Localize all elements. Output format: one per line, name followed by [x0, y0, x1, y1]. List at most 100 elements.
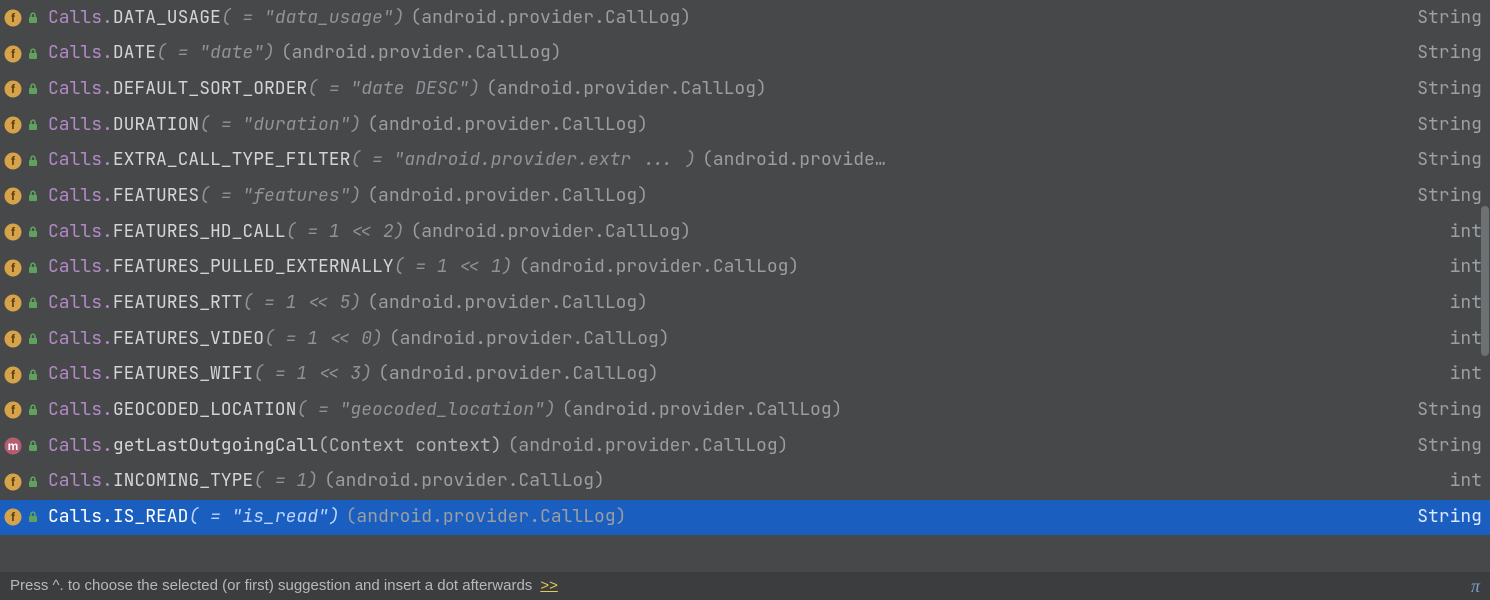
qualifier: Calls. [48, 293, 113, 314]
return-type: String [1405, 150, 1482, 171]
constant-value: ( = 1 << 3) [253, 364, 372, 385]
pi-icon[interactable]: π [1471, 576, 1480, 597]
completion-item[interactable]: fCalls.FEATURES_WIFI ( = 1 << 3)(android… [0, 357, 1490, 393]
return-type: String [1405, 79, 1482, 100]
return-type: int [1438, 329, 1482, 350]
completion-item[interactable]: fCalls.FEATURES_HD_CALL ( = 1 << 2)(andr… [0, 214, 1490, 250]
more-link[interactable]: >> [540, 577, 558, 594]
constant-value: ( = 1 << 1) [394, 257, 513, 278]
completion-item[interactable]: f Calls.FEATURES_PULLED_EXTERNALLY ( = 1 … [0, 250, 1490, 286]
field-icon: f [4, 259, 22, 277]
qualifier: Calls. [48, 186, 113, 207]
hint-text: Press ^. to choose the selected (or firs… [10, 577, 532, 594]
qualifier: Calls. [48, 222, 113, 243]
completion-item[interactable]: fCalls.DURATION ( = "duration")(android.… [0, 107, 1490, 143]
qualifier: Calls. [48, 329, 113, 350]
field-icon: f [4, 473, 22, 491]
params: (Context context) [318, 436, 502, 457]
field-icon: f [4, 508, 22, 526]
lock-icon [26, 296, 40, 310]
package: (android.provider.CallLog) [389, 329, 670, 350]
lock-icon [26, 154, 40, 168]
constant-value: ( = "features") [199, 186, 361, 207]
completion-item[interactable]: mCalls.getLastOutgoingCall(Context conte… [0, 428, 1490, 464]
constant-value: ( = "data_usage") [221, 8, 405, 29]
lock-icon [26, 82, 40, 96]
member-name: EXTRA_CALL_TYPE_FILTER [113, 150, 351, 171]
lock-icon [26, 475, 40, 489]
qualifier: Calls. [48, 43, 113, 64]
member-name: FEATURES_VIDEO [113, 329, 264, 350]
completion-item[interactable]: fCalls.FEATURES_RTT ( = 1 << 5)(android.… [0, 286, 1490, 322]
field-icon: f [4, 223, 22, 241]
return-type: int [1438, 364, 1482, 385]
scrollbar-thumb[interactable] [1481, 206, 1489, 356]
package: (android.provider.CallLog) [410, 8, 691, 29]
member-name: GEOCODED_LOCATION [113, 400, 297, 421]
qualifier: Calls. [48, 507, 113, 528]
return-type: int [1438, 471, 1482, 492]
package: (android.provider.CallLog) [367, 115, 648, 136]
qualifier: Calls. [48, 257, 113, 278]
lock-icon [26, 332, 40, 346]
lock-icon [26, 261, 40, 275]
member-name: DURATION [113, 115, 199, 136]
completion-list[interactable]: fCalls.DATA_USAGE ( = "data_usage")(andr… [0, 0, 1490, 572]
return-type: String [1405, 186, 1482, 207]
qualifier: Calls. [48, 8, 113, 29]
field-icon: f [4, 9, 22, 27]
field-icon: f [4, 45, 22, 63]
constant-value: ( = 1 << 5) [242, 293, 361, 314]
lock-icon [26, 11, 40, 25]
return-type: String [1405, 436, 1482, 457]
completion-item[interactable]: f Calls.FEATURES ( = "features") (android.… [0, 178, 1490, 214]
package: (android.provider.CallLog) [410, 222, 691, 243]
completion-popup: fCalls.DATA_USAGE ( = "data_usage")(andr… [0, 0, 1490, 600]
constant-value: ( = "android.provider.extr ... ) [350, 150, 696, 171]
completion-item[interactable]: f Calls.DATE ( = "date") (android.provider… [0, 36, 1490, 72]
completion-item[interactable]: fCalls.INCOMING_TYPE ( = 1)(android.prov… [0, 464, 1490, 500]
package: (android.provider.CallLog) [324, 471, 605, 492]
package: (android.provider.CallLog) [562, 400, 843, 421]
member-name: DATA_USAGE [113, 8, 221, 29]
qualifier: Calls. [48, 79, 113, 100]
qualifier: Calls. [48, 400, 113, 421]
member-name: FEATURES_WIFI [113, 364, 253, 385]
constant-value: ( = "duration") [199, 115, 361, 136]
return-type: String [1405, 43, 1482, 64]
lock-icon [26, 403, 40, 417]
return-type: String [1405, 115, 1482, 136]
field-icon: f [4, 401, 22, 419]
package: (android.provider.CallLog) [281, 43, 562, 64]
field-icon: f [4, 330, 22, 348]
return-type: String [1405, 400, 1482, 421]
member-name: INCOMING_TYPE [113, 471, 253, 492]
svg-text:m: m [8, 439, 19, 453]
member-name: FEATURES [113, 186, 199, 207]
completion-item[interactable]: fCalls.EXTRA_CALL_TYPE_FILTER ( = "andro… [0, 143, 1490, 179]
qualifier: Calls. [48, 471, 113, 492]
constant-value: ( = "date") [156, 43, 275, 64]
qualifier: Calls. [48, 364, 113, 385]
field-icon: f [4, 187, 22, 205]
lock-icon [26, 368, 40, 382]
constant-value: ( = "date DESC") [307, 79, 480, 100]
completion-item[interactable]: fCalls.GEOCODED_LOCATION ( = "geocoded_l… [0, 393, 1490, 429]
member-name: FEATURES_PULLED_EXTERNALLY [113, 257, 394, 278]
return-type: int [1438, 293, 1482, 314]
completion-item[interactable]: f Calls.DATA_USAGE ( = "data_usage")(andr… [0, 0, 1490, 36]
field-icon: f [4, 152, 22, 170]
package: (android.provider.CallLog) [508, 436, 789, 457]
completion-item[interactable]: fCalls.DEFAULT_SORT_ORDER ( = "date DESC… [0, 71, 1490, 107]
member-name: DATE [113, 43, 156, 64]
qualifier: Calls. [48, 436, 113, 457]
completion-item[interactable]: fCalls.FEATURES_VIDEO ( = 1 << 0)(androi… [0, 321, 1490, 357]
field-icon: f [4, 294, 22, 312]
return-type: String [1405, 8, 1482, 29]
package: (android.provider.CallLog) [518, 257, 799, 278]
lock-icon [26, 510, 40, 524]
lock-icon [26, 47, 40, 61]
package: (android.provider.CallLog) [367, 186, 648, 207]
constant-value: ( = 1 << 2) [286, 222, 405, 243]
completion-item[interactable]: fCalls.IS_READ ( = "is_read")(android.pr… [0, 500, 1490, 536]
